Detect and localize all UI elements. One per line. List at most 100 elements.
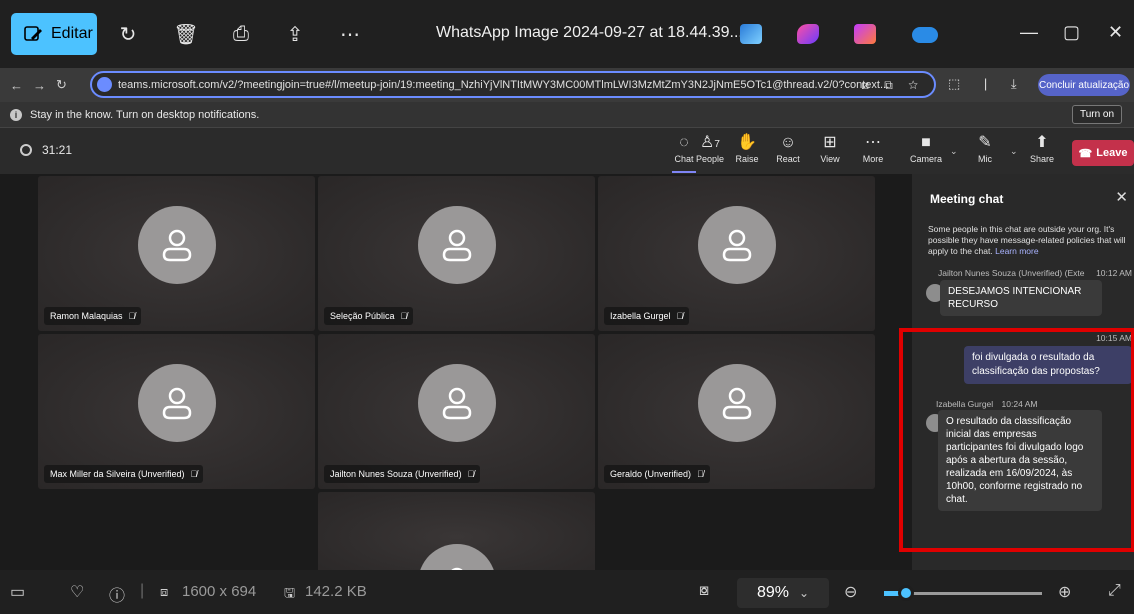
zoom-value: 89% — [756, 584, 789, 601]
people-button[interactable]: ♙7 People — [690, 134, 730, 170]
learn-more-link[interactable]: Learn more — [995, 246, 1038, 256]
app-icon-clipchamp[interactable] — [854, 24, 876, 44]
external-org-notice: Some people in this chat are outside you… — [928, 224, 1133, 257]
participant-name: Izabella Gurgel — [610, 311, 671, 321]
participant-tile[interactable]: Ramon Malaquias 🎙̸ — [38, 176, 315, 331]
leave-button[interactable]: ☎ Leave — [1072, 140, 1134, 166]
maximize-icon[interactable]: ▢ — [1063, 22, 1080, 43]
address-bar-icons[interactable]: ⧄ ⧉ ☆ — [861, 78, 924, 93]
person-icon — [450, 567, 463, 570]
zoom-slider-thumb[interactable] — [898, 585, 915, 601]
react-button[interactable]: ☺ React — [768, 134, 808, 170]
shield-icon — [20, 144, 32, 156]
info-icon[interactable]: ⓘ — [109, 582, 125, 606]
minimize-icon[interactable]: — — [1020, 22, 1038, 43]
message-time: 10:12 AM — [1096, 268, 1132, 278]
fit-to-window-icon[interactable]: ⧇ — [699, 582, 709, 600]
person-icon — [442, 387, 471, 419]
zoom-in-icon[interactable]: ⊕ — [1058, 582, 1071, 602]
dimensions-icon: ⧈ — [160, 584, 169, 599]
participant-name-tag: Max Miller da Silveira (Unverified) 🎙̸ — [44, 465, 204, 483]
view-button[interactable]: ⊞ View — [810, 134, 850, 170]
notification-bar: i Stay in the know. Turn on desktop noti… — [0, 102, 1134, 128]
share-label: Share — [1029, 154, 1055, 164]
muted-mic-icon: 🎙̸ — [697, 469, 704, 479]
camera-button[interactable]: ■ Camera — [906, 134, 946, 170]
close-icon[interactable]: ✕ — [1115, 188, 1128, 206]
camera-options-chevron-icon[interactable]: ⌄ — [950, 146, 958, 157]
close-window-icon[interactable]: ✕ — [1108, 22, 1123, 43]
zoom-out-icon[interactable]: ⊖ — [844, 582, 857, 602]
timer-text: 31:21 — [42, 143, 73, 157]
leave-label: Leave — [1096, 147, 1128, 159]
divider: | — [140, 582, 145, 599]
zoom-dropdown[interactable]: 89% ⌄ — [737, 578, 829, 608]
participant-tile[interactable]: Seleção Pública 🎙̸ — [318, 176, 595, 331]
delete-icon[interactable]: 🗑 — [172, 20, 200, 48]
info-icon: i — [10, 109, 22, 121]
turn-on-button[interactable]: Turn on — [1072, 105, 1122, 124]
complete-update-button[interactable]: Concluir atualização — [1038, 74, 1130, 96]
share-icon[interactable]: ⇪ — [281, 20, 309, 48]
image-title: WhatsApp Image 2024-09-27 at 18.44.39... — [436, 24, 743, 41]
rotate-icon[interactable]: ↻ — [114, 20, 142, 48]
person-icon — [722, 387, 751, 419]
mic-label: Mic — [978, 154, 992, 164]
reload-icon[interactable]: ↻ — [56, 77, 67, 93]
people-icon: ♙7 — [700, 134, 720, 151]
more-button[interactable]: ⋯ More — [853, 134, 893, 170]
participant-name-tag: Geraldo (Unverified) 🎙̸ — [604, 465, 710, 483]
participant-tile[interactable]: Geraldo (Unverified) 🎙̸ — [598, 334, 875, 489]
people-count: 7 — [714, 139, 720, 150]
onedrive-icon[interactable] — [912, 27, 938, 43]
address-bar[interactable]: teams.microsoft.com/v2/?meetingjoin=true… — [90, 71, 936, 98]
filmstrip-icon[interactable]: ▭ — [10, 582, 25, 602]
person-icon — [162, 387, 191, 419]
participant-tile[interactable]: Jailton Nunes Souza (Unverified) 🎙̸ — [318, 334, 595, 489]
participant-tile[interactable]: Max Miller da Silveira (Unverified) 🎙̸ — [38, 334, 315, 489]
chat-active-indicator — [672, 171, 696, 173]
app-icon-designer[interactable] — [797, 24, 819, 44]
avatar — [417, 205, 496, 284]
share-button[interactable]: ⬆ Share — [1022, 134, 1062, 170]
raise-hand-button[interactable]: ✋ Raise — [727, 134, 767, 170]
edit-image-icon — [24, 26, 42, 41]
edit-label: Editar — [51, 25, 93, 42]
camera-off-icon: ■ — [921, 134, 931, 151]
print-icon[interactable]: ⎙ — [227, 20, 255, 48]
favorite-icon[interactable]: ♡ — [70, 582, 84, 602]
fullscreen-icon[interactable]: ⤢ — [1108, 582, 1121, 600]
muted-mic-icon: 🎙̸ — [400, 311, 408, 321]
participant-tile[interactable] — [318, 492, 595, 570]
chevron-down-icon: ⌄ — [798, 586, 810, 600]
file-size-icon: 🖫 — [284, 585, 296, 600]
notification-text: Stay in the know. Turn on desktop notifi… — [30, 108, 260, 121]
participant-tile[interactable]: Izabella Gurgel 🎙̸ — [598, 176, 875, 331]
avatar — [417, 544, 496, 570]
grid-view-icon: ⊞ — [823, 134, 837, 151]
participant-name-tag: Ramon Malaquias 🎙̸ — [44, 307, 142, 325]
participant-name: Jailton Nunes Souza (Unverified) — [330, 469, 462, 479]
chat-icon: ◌ — [679, 134, 689, 151]
photos-bottom-bar: ▭ ♡ ⓘ | ⧈ 1600 x 694 🖫 142.2 KB ⧇ 89% ⌄ … — [0, 570, 1134, 614]
avatar — [697, 205, 776, 284]
app-icon-image[interactable] — [740, 24, 762, 44]
more-options-icon[interactable]: ⋯ — [336, 20, 364, 48]
chat-title: Meeting chat — [930, 192, 1004, 206]
mic-options-chevron-icon[interactable]: ⌄ — [1010, 146, 1018, 157]
meeting-timer: 31:21 — [20, 143, 72, 157]
participant-name-tag: Jailton Nunes Souza (Unverified) 🎙̸ — [324, 465, 481, 483]
view-label: View — [820, 154, 840, 164]
image-dimensions: 1600 x 694 — [182, 583, 257, 600]
hand-icon: ✋ — [737, 134, 757, 151]
more-label: More — [862, 154, 884, 164]
mic-button[interactable]: ✎ Mic — [965, 134, 1005, 170]
back-icon[interactable]: ← — [10, 78, 23, 93]
site-info-icon[interactable] — [97, 77, 112, 92]
forward-icon[interactable]: → — [33, 78, 46, 93]
participant-name-tag: Izabella Gurgel 🎙̸ — [604, 307, 690, 325]
edit-button[interactable]: Editar — [11, 13, 97, 55]
avatar — [697, 363, 776, 442]
red-highlight-box — [899, 328, 1134, 552]
muted-mic-icon: 🎙̸ — [467, 469, 475, 479]
